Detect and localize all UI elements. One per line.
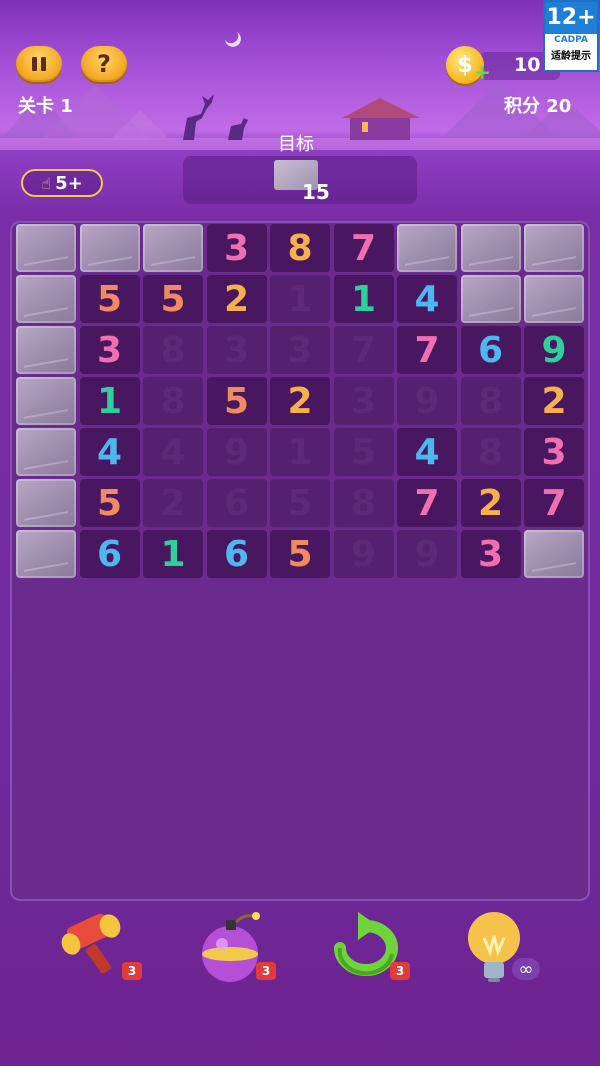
number-cell[interactable]: 2 (270, 377, 330, 425)
cleared-cell: 5 (333, 428, 394, 476)
number-cell[interactable]: 5 (79, 275, 140, 323)
number-cell[interactable]: 5 (143, 275, 203, 323)
number-cell[interactable]: 5 (79, 479, 140, 527)
cleared-cell: 1 (270, 275, 330, 323)
number-cell[interactable]: 1 (143, 530, 203, 578)
hint-tool[interactable]: ∞ (458, 908, 540, 988)
number-cell[interactable]: 8 (270, 224, 330, 272)
age-rating: 12+ (545, 2, 597, 34)
pause-icon (32, 57, 46, 71)
cleared-cell: 6 (206, 479, 267, 527)
add-coins-icon[interactable]: + (474, 60, 491, 84)
infinite-count-badge: ∞ (512, 958, 540, 980)
score-label: 积分 (504, 96, 540, 117)
number-cell[interactable]: 7 (333, 224, 394, 272)
cleared-cell: 9 (397, 377, 457, 425)
hint-count: 5+ (55, 172, 83, 194)
target-count: 15 (302, 180, 330, 204)
stone-block (143, 224, 203, 272)
refresh-count-badge: 3 (390, 962, 410, 980)
number-cell[interactable]: 7 (397, 326, 457, 374)
stone-block (16, 275, 76, 323)
question-mark-icon: ? (97, 50, 111, 78)
number-cell[interactable]: 6 (460, 326, 521, 374)
stone-block (524, 530, 584, 578)
score-display: 积分 20 (504, 92, 571, 118)
number-cell[interactable]: 9 (524, 326, 584, 374)
deer-silhouette-icon (183, 94, 248, 140)
stone-block (524, 275, 584, 323)
number-cell[interactable]: 4 (397, 428, 457, 476)
cleared-cell: 9 (206, 428, 267, 476)
level-label: 关卡 1 (18, 96, 73, 117)
number-cell[interactable]: 4 (79, 428, 140, 476)
refresh-tool[interactable]: 3 (328, 908, 410, 988)
cleared-cell: 3 (206, 326, 267, 374)
number-cell[interactable]: 4 (397, 275, 457, 323)
coin-count: 10 (514, 54, 541, 76)
stone-block (16, 479, 76, 527)
bomb-tool[interactable]: 3 (194, 908, 276, 988)
stone-block (16, 326, 76, 374)
cleared-cell: 1 (270, 428, 330, 476)
number-cell[interactable]: 3 (460, 530, 521, 578)
stone-block (16, 377, 76, 425)
stone-block (460, 275, 521, 323)
hint-counter[interactable]: ☝ 5+ (21, 169, 103, 197)
stone-block (16, 530, 76, 578)
number-cell[interactable]: 3 (206, 224, 267, 272)
hammer-tool[interactable]: 3 (58, 908, 142, 988)
cleared-cell: 3 (333, 377, 394, 425)
cleared-cell: 2 (143, 479, 203, 527)
cleared-cell: 4 (143, 428, 203, 476)
cleared-cell: 9 (397, 530, 457, 578)
number-cell[interactable]: 2 (206, 275, 267, 323)
number-cell[interactable]: 1 (79, 377, 140, 425)
age-rating-org: CADPA (554, 35, 588, 45)
cleared-cell: 7 (333, 326, 394, 374)
stone-block (16, 428, 76, 476)
number-cell[interactable]: 3 (524, 428, 584, 476)
age-rating-note: 适龄提示 (551, 51, 591, 62)
stone-block (16, 224, 76, 272)
number-cell[interactable]: 2 (460, 479, 521, 527)
score-value: 20 (546, 96, 572, 117)
age-rating-badge: 12+ CADPA 适龄提示 (543, 0, 599, 72)
cleared-cell: 8 (460, 428, 521, 476)
number-cell[interactable]: 2 (524, 377, 584, 425)
cleared-cell: 3 (270, 326, 330, 374)
cleared-cell: 8 (333, 479, 394, 527)
number-cell[interactable]: 3 (79, 326, 140, 374)
cleared-cell: 5 (270, 479, 330, 527)
number-cell[interactable]: 5 (206, 377, 267, 425)
cleared-cell: 8 (460, 377, 521, 425)
house-icon (342, 98, 420, 140)
hammer-count-badge: 3 (122, 962, 142, 980)
stone-block (524, 224, 584, 272)
number-cell[interactable]: 7 (524, 479, 584, 527)
cleared-cell: 9 (333, 530, 394, 578)
cleared-cell: 8 (143, 326, 203, 374)
number-cell[interactable]: 6 (79, 530, 140, 578)
cleared-cell: 8 (143, 377, 203, 425)
stone-block (79, 224, 140, 272)
number-cell[interactable]: 1 (333, 275, 394, 323)
number-cell[interactable]: 7 (397, 479, 457, 527)
number-cell[interactable]: 6 (206, 530, 267, 578)
help-button[interactable]: ? (81, 46, 127, 82)
stone-block (460, 224, 521, 272)
pointing-hand-icon: ☝ (41, 173, 52, 193)
moon-icon (225, 32, 241, 47)
stone-block (397, 224, 457, 272)
pause-button[interactable] (16, 46, 62, 82)
number-cell[interactable]: 5 (270, 530, 330, 578)
target-label: 目标 (278, 134, 314, 155)
bomb-count-badge: 3 (256, 962, 276, 980)
